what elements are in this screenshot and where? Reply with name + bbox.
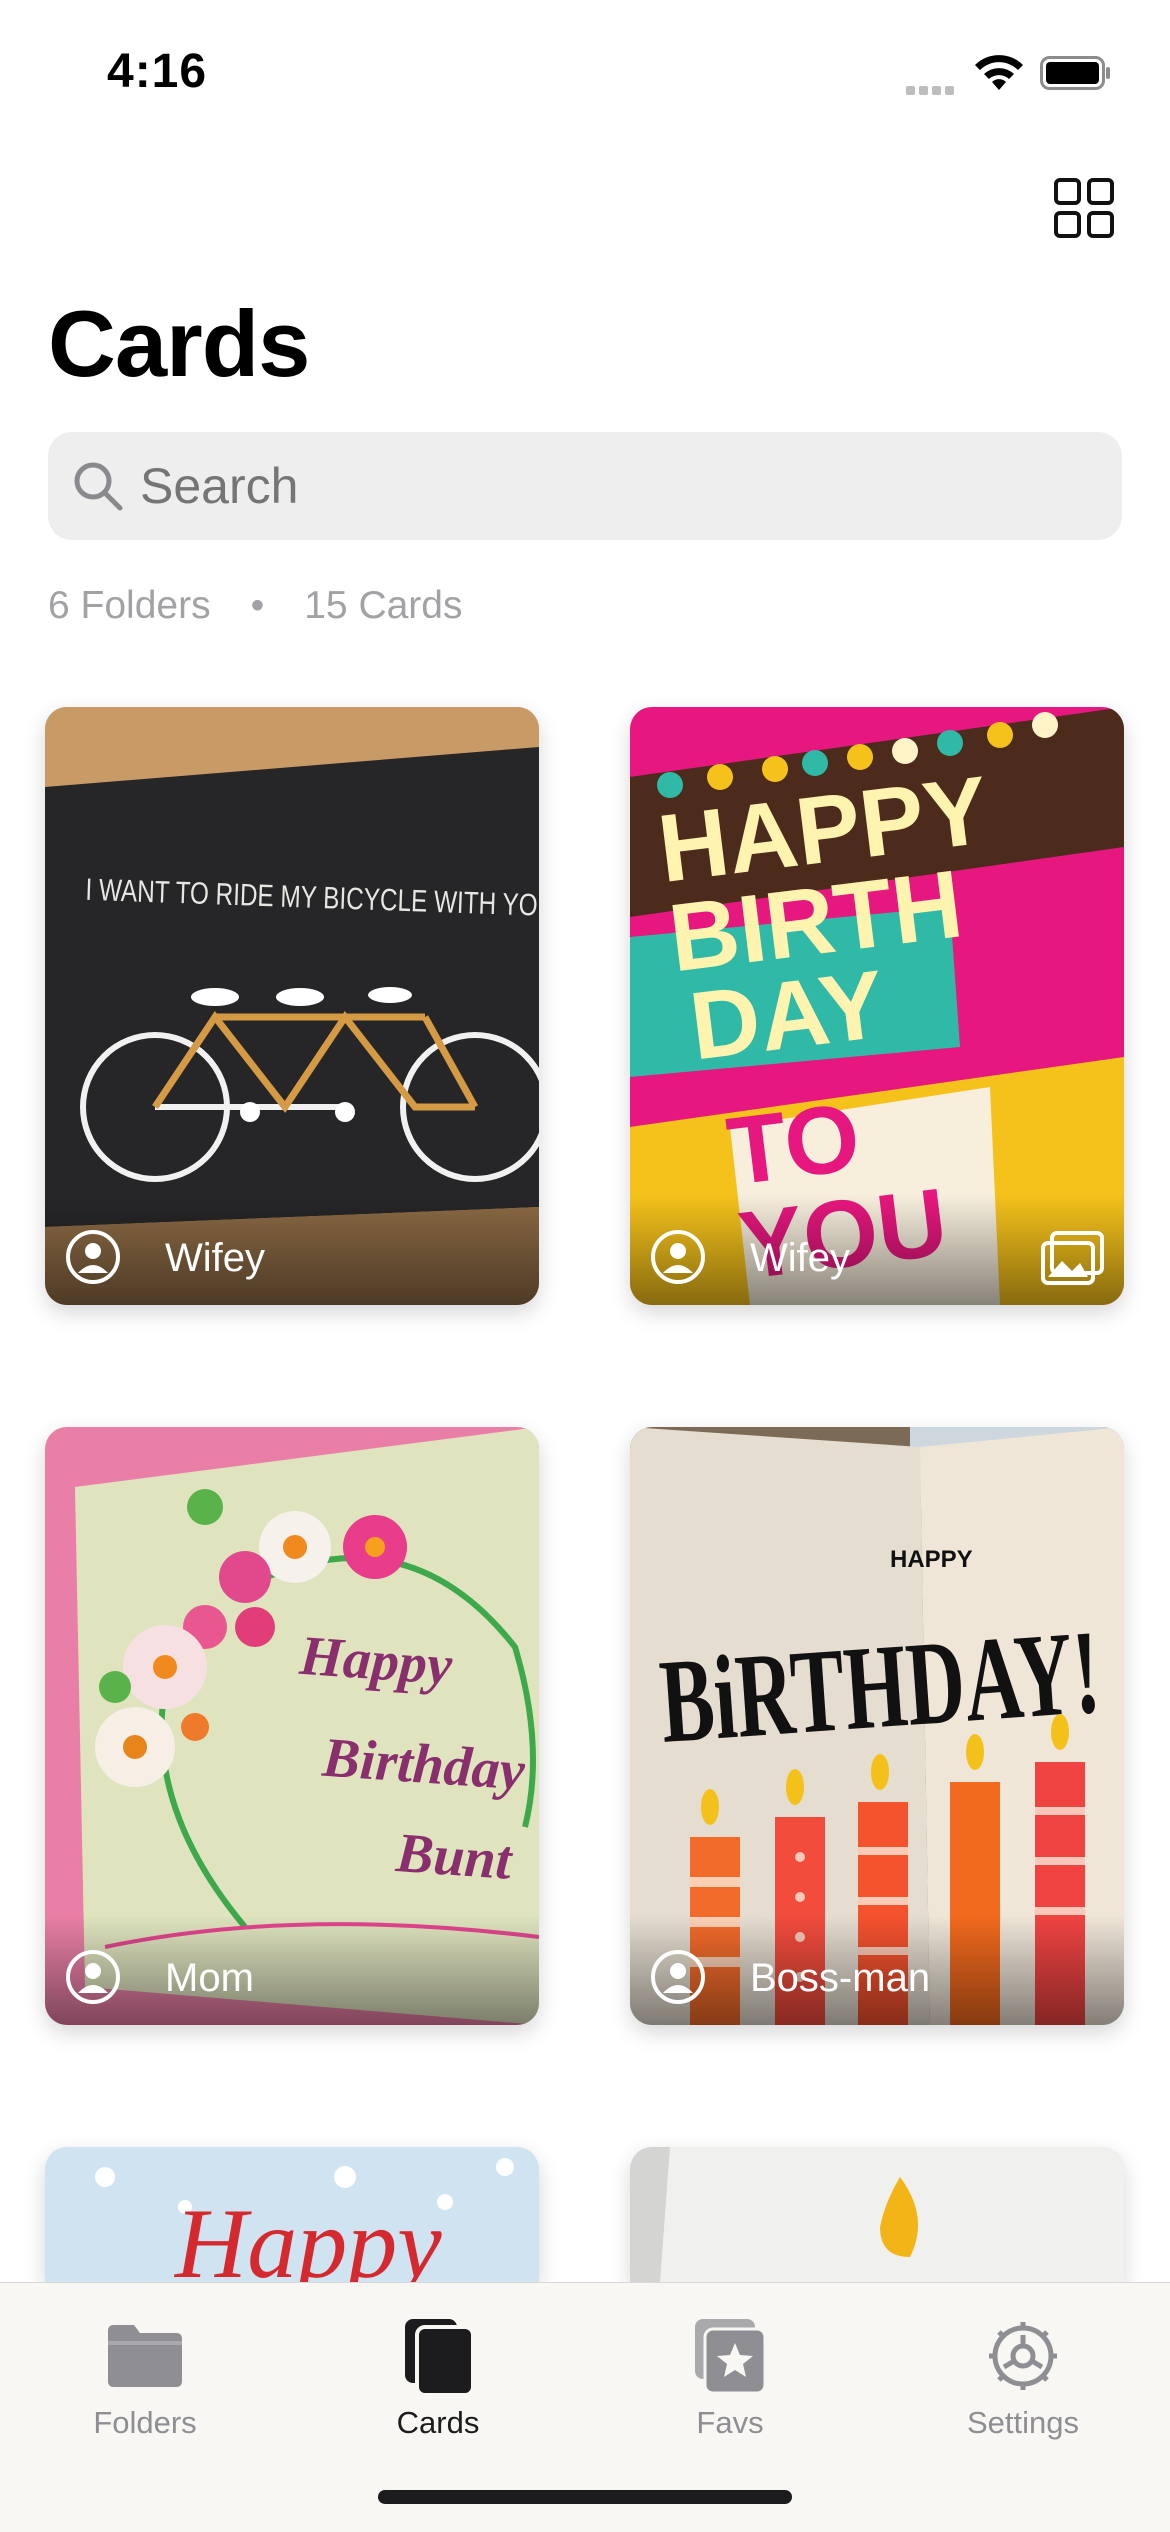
card-art-text: Bunt — [393, 1822, 515, 1892]
folder-count: 6 Folders — [48, 584, 211, 627]
search-bar[interactable] — [48, 432, 1122, 540]
gallery-icon — [1041, 1231, 1104, 1285]
card-tile[interactable]: HAPPY BiRTHDAY! Boss-man — [630, 1427, 1124, 2025]
card-art-text: Happy — [297, 1625, 456, 1698]
status-time: 4:16 — [107, 45, 208, 98]
card-image — [630, 2147, 1124, 2282]
search-icon — [74, 462, 123, 511]
card-art-text: HAPPY — [890, 1546, 973, 1573]
person-icon — [66, 1230, 120, 1284]
person-icon — [651, 1950, 705, 2004]
summary-separator: • — [250, 584, 265, 627]
tab-label: Favs — [696, 2405, 764, 2440]
card-label: Boss-man — [750, 1956, 931, 2000]
tab-favs[interactable]: Favs — [630, 2297, 830, 2447]
person-icon — [66, 1950, 120, 2004]
tab-label: Settings — [966, 2405, 1079, 2440]
card-tile[interactable] — [630, 2147, 1124, 2282]
card-label: Mom — [165, 1956, 254, 2000]
cellular-signal-icon — [906, 82, 958, 100]
tab-label: Folders — [93, 2405, 197, 2440]
home-indicator[interactable] — [378, 2490, 792, 2504]
tab-folders[interactable]: Folders — [45, 2297, 245, 2447]
tab-settings[interactable]: Settings — [923, 2297, 1123, 2447]
folder-icon — [108, 2325, 182, 2387]
tab-cards[interactable]: Cards — [338, 2297, 538, 2447]
card-count: 15 Cards — [304, 584, 463, 627]
search-input[interactable] — [140, 432, 1040, 540]
card-art-text: Happy — [173, 2188, 442, 2282]
wifi-icon — [975, 55, 1023, 90]
tab-label: Cards — [396, 2405, 480, 2440]
card-label: Wifey — [750, 1236, 850, 1280]
grid-view-icon[interactable] — [1053, 177, 1115, 239]
battery-icon — [1040, 56, 1110, 90]
card-label: Wifey — [165, 1236, 265, 1280]
person-icon — [651, 1230, 705, 1284]
card-tile[interactable]: HAPPY BIRTH DAY TO YOU Wifey — [630, 707, 1124, 1305]
gear-icon — [989, 2322, 1057, 2390]
cards-stack-icon — [405, 2319, 475, 2397]
card-tile[interactable]: I WANT TO RIDE MY BICYCLE WITH YOU Wifey — [45, 707, 539, 1305]
star-folder-icon — [695, 2319, 767, 2395]
status-bar: 4:16 — [0, 0, 1170, 140]
card-tile[interactable]: Happy — [45, 2147, 539, 2282]
page-title: Cards — [48, 291, 310, 396]
card-image: Happy — [45, 2147, 539, 2282]
collection-summary: 6 Folders • 15 Cards — [48, 584, 462, 628]
card-tile[interactable]: Happy Birthday Bunt Mom — [45, 1427, 539, 2025]
